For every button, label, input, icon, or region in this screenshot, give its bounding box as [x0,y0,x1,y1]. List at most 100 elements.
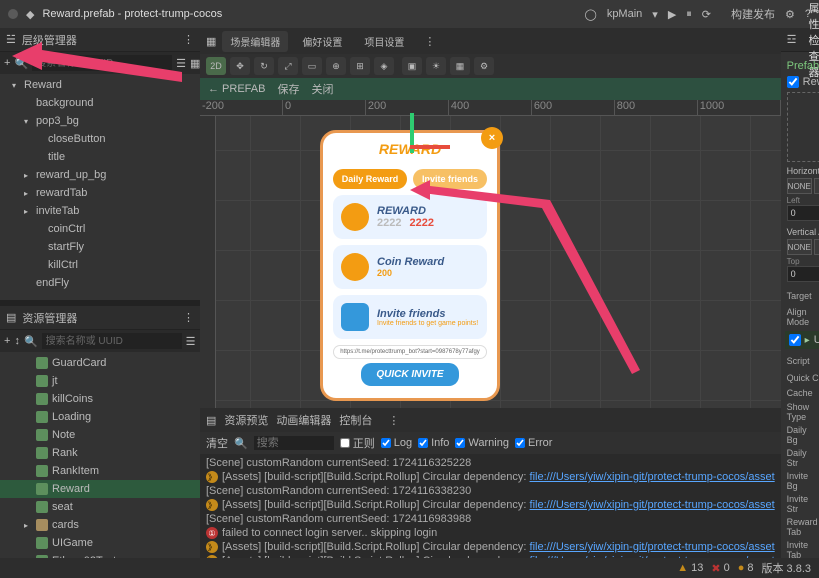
anchor-widget[interactable]: top bottom left right [787,92,819,162]
console-line[interactable]: [Scene] customRandom currentSeed: 172411… [206,456,775,470]
tab-console[interactable]: 控制台 [339,412,372,428]
tab-daily-reward[interactable]: Daily Reward [333,169,407,189]
tool-move-icon[interactable]: ✥ [230,57,250,75]
hierarchy-node[interactable]: ▸inviteTab [0,202,200,220]
tool-grid-icon[interactable]: ▦ [450,57,470,75]
assets-search-input[interactable] [42,333,182,349]
tool-camera-icon[interactable]: ▣ [402,57,422,75]
asset-item[interactable]: killCoins [0,390,200,408]
gizmo-x-axis[interactable] [410,145,450,149]
tool-extra-icon[interactable]: ⚙ [474,57,494,75]
console-line[interactable]: 》[Assets] [build-script][Build.Script.Ro… [206,498,775,512]
hierarchy-node[interactable]: ▸rewardTab [0,184,200,202]
tool-2d[interactable]: 2D [206,57,226,75]
hierarchy-search-input[interactable] [32,55,172,71]
asset-item[interactable]: GuardCard [0,354,200,372]
console-line[interactable]: 》[Assets] [build-script][Build.Script.Ro… [206,540,775,554]
inspector-body[interactable]: Prefab⟳ ⎘ ⊕ Reward top bottom left right… [781,52,819,578]
hierarchy-tree[interactable]: ▾Rewardbackground▾pop3_bgcloseButtontitl… [0,74,200,300]
halign-left-icon[interactable]: ⊏ [814,178,819,194]
build-button[interactable]: 构建发布 [731,6,775,22]
scene-viewport[interactable]: -20002004006008001000 × REWARD Daily Rew… [200,100,781,408]
status-info-icon[interactable]: ● [738,562,745,574]
status-warn-icon[interactable]: ▲ [677,562,688,574]
status-error-icon[interactable]: ✖ [711,562,720,575]
prefab-back[interactable]: ← PREFAB [208,83,265,95]
warn-checkbox[interactable] [455,438,465,448]
error-checkbox[interactable] [515,438,525,448]
console-line[interactable]: ①failed to connect login server.. skippi… [206,526,775,540]
hierarchy-menu-icon[interactable]: ⋮ [183,33,194,46]
collapse-icon[interactable]: ☰ [186,335,196,348]
tool-rect-icon[interactable]: ▭ [302,57,322,75]
step-icon[interactable]: ⟳ [702,8,711,21]
asset-item[interactable]: Reward [0,480,200,498]
left-input[interactable] [787,205,819,221]
tab-invite-friends[interactable]: Invite friends [413,169,487,189]
halign-none[interactable]: NONE [787,178,812,194]
close-icon[interactable]: × [481,127,503,149]
console-menu-icon[interactable]: ⋮ [388,414,399,427]
tool-light-icon[interactable]: ☀ [426,57,446,75]
tab-preferences[interactable]: 偏好设置 [294,31,350,52]
console-line[interactable]: [Scene] customRandom currentSeed: 172411… [206,484,775,498]
tab-scene-editor[interactable]: 场景编辑器 [222,31,288,52]
top-input[interactable] [787,266,819,282]
console-line[interactable]: [Scene] customRandom currentSeed: 172411… [206,512,775,526]
asset-item[interactable]: RankItem [0,462,200,480]
quick-invite-button[interactable]: QUICK INVITE [361,363,459,386]
invite-url[interactable]: https://t.me/protecttrump_bot?start=0987… [333,345,487,359]
component-header[interactable]: ▸ UIReward⋮ [785,331,819,349]
node-name[interactable]: Reward [803,76,819,88]
settings-icon[interactable]: ⚙ [785,8,795,21]
hierarchy-node[interactable]: title [0,148,200,166]
hierarchy-node[interactable]: ▸reward_up_bg [0,166,200,184]
tab-project-settings[interactable]: 项目设置 [356,31,412,52]
asset-item[interactable]: Loading [0,408,200,426]
pause-icon[interactable]: ⏸ [686,8,692,21]
hierarchy-node[interactable]: coinCtrl [0,220,200,238]
assets-tree[interactable]: GuardCardjtkillCoinsLoadingNoteRankRankI… [0,352,200,578]
tool-rotate-icon[interactable]: ↻ [254,57,274,75]
viewport-menu-icon[interactable]: ⋮ [424,35,435,48]
add-icon[interactable]: + [4,335,10,347]
hierarchy-node[interactable]: closeButton [0,130,200,148]
node-active-checkbox[interactable] [787,76,799,88]
hierarchy-node[interactable]: killCtrl [0,256,200,274]
console-search-input[interactable] [254,436,334,450]
tool-snap-icon[interactable]: ⊞ [350,57,370,75]
tool-scale-icon[interactable]: ⤢ [278,57,298,75]
traffic-light-icon[interactable] [8,9,18,19]
console-line[interactable]: 》[Assets] [build-script][Build.Script.Ro… [206,470,775,484]
tool-anchor-icon[interactable]: ⊕ [326,57,346,75]
scene-dropdown-icon[interactable]: ◯ [585,8,597,21]
add-icon[interactable]: + [4,57,10,69]
asset-item[interactable]: Note [0,426,200,444]
sort-icon[interactable]: ↕ [14,335,20,347]
hierarchy-node[interactable]: endFly [0,274,200,292]
assets-menu-icon[interactable]: ⋮ [183,311,194,324]
scene-name[interactable]: kpMain [607,8,642,20]
hierarchy-node[interactable]: ▾pop3_bg [0,112,200,130]
clear-button[interactable]: 清空 [206,435,228,451]
tab-asset-preview[interactable]: 资源预览 [224,412,268,428]
reward-prefab-preview[interactable]: × REWARD Daily Reward Invite friends REW… [320,130,500,401]
tab-animation[interactable]: 动画编辑器 [276,412,331,428]
filter-icon[interactable]: ▦ [190,57,200,70]
scene-chevron-icon[interactable]: ▾ [652,8,658,21]
valign-none[interactable]: NONE [787,239,812,255]
asset-item[interactable]: seat [0,498,200,516]
valign-top-icon[interactable]: ⊓ [814,239,819,255]
info-checkbox[interactable] [418,438,428,448]
regex-checkbox[interactable] [340,438,350,448]
hierarchy-node[interactable]: ▾Reward [0,76,200,94]
hierarchy-node[interactable]: startFly [0,238,200,256]
log-checkbox[interactable] [381,438,391,448]
collapse-icon[interactable]: ☰ [176,57,186,70]
asset-item[interactable]: Rank [0,444,200,462]
asset-item[interactable]: ▸cards [0,516,200,534]
prefab-save[interactable]: 保存 [277,81,299,97]
component-checkbox[interactable] [789,334,801,346]
tool-gizmo-icon[interactable]: ◈ [374,57,394,75]
play-icon[interactable]: ▶ [668,8,676,21]
